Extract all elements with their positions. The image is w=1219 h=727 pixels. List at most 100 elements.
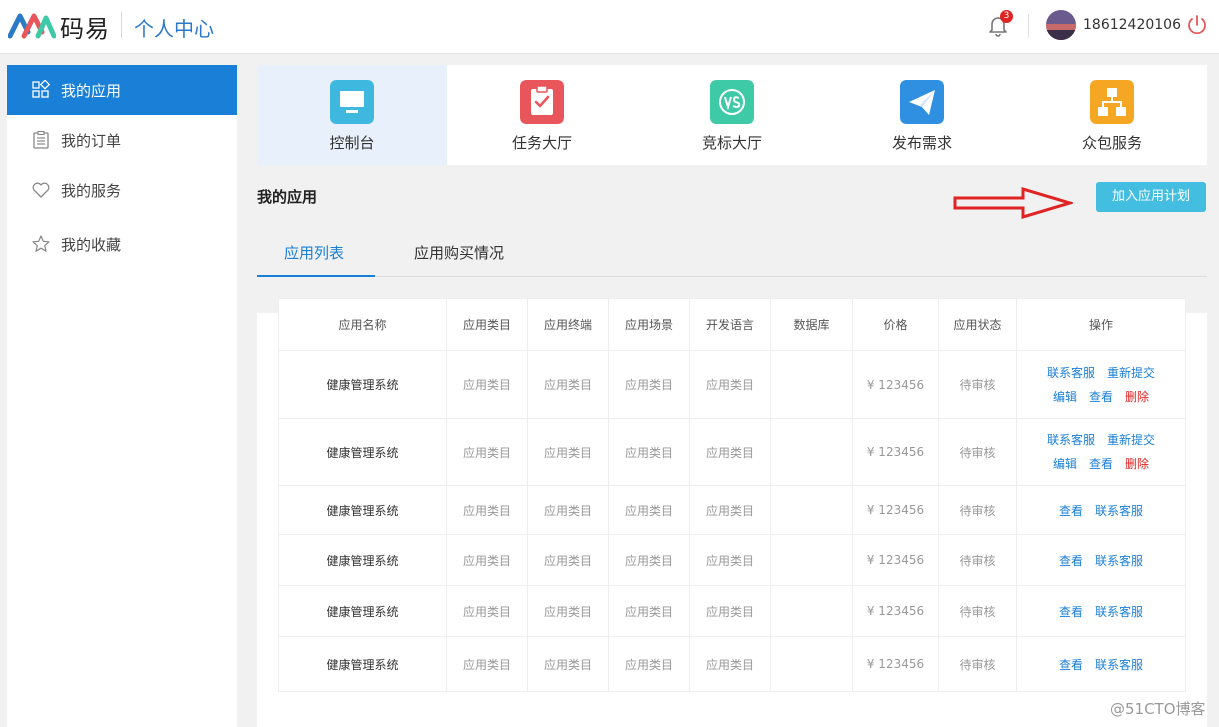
view-link[interactable]: 查看 bbox=[1059, 502, 1083, 519]
app-name: 健康管理系统 bbox=[278, 418, 447, 486]
quick-nav: 控制台 任务大厅 竞标大厅 发布需求 众包服务 bbox=[257, 65, 1207, 165]
row-actions: 查看 联系客服 bbox=[1016, 585, 1186, 637]
quicknav-publish-demand[interactable]: 发布需求 bbox=[827, 65, 1017, 165]
app-category: 应用类目 bbox=[446, 485, 528, 535]
contact-support-link[interactable]: 联系客服 bbox=[1047, 361, 1095, 385]
view-link[interactable]: 查看 bbox=[1089, 385, 1113, 409]
app-name: 健康管理系统 bbox=[278, 636, 447, 692]
app-terminal: 应用类目 bbox=[527, 585, 609, 637]
app-scene: 应用类目 bbox=[608, 534, 690, 586]
table-row: 健康管理系统 应用类目 应用类目 应用类目 应用类目 ¥ 123456 待审核 … bbox=[278, 485, 1186, 535]
header-separator bbox=[1028, 14, 1029, 38]
app-terminal: 应用类目 bbox=[527, 534, 609, 586]
app-name: 健康管理系统 bbox=[278, 485, 447, 535]
power-icon[interactable] bbox=[1186, 13, 1208, 37]
quicknav-label: 任务大厅 bbox=[511, 134, 572, 152]
sidebar-item-my-services[interactable]: 我的服务 bbox=[7, 165, 237, 215]
delete-link[interactable]: 删除 bbox=[1125, 452, 1149, 476]
app-language: 应用类目 bbox=[689, 534, 771, 586]
contact-support-link[interactable]: 联系客服 bbox=[1047, 428, 1095, 452]
contact-support-link[interactable]: 联系客服 bbox=[1095, 656, 1143, 673]
edit-link[interactable]: 编辑 bbox=[1053, 452, 1077, 476]
resubmit-link[interactable]: 重新提交 bbox=[1107, 361, 1155, 385]
view-link[interactable]: 查看 bbox=[1059, 603, 1083, 620]
sidebar-item-my-favorites[interactable]: 我的收藏 bbox=[7, 219, 237, 269]
table-row: 健康管理系统 应用类目 应用类目 应用类目 应用类目 ¥ 123456 待审核 … bbox=[278, 350, 1186, 419]
column-header: 开发语言 bbox=[689, 298, 771, 351]
app-scene: 应用类目 bbox=[608, 636, 690, 692]
sidebar-item-my-orders[interactable]: 我的订单 bbox=[7, 115, 237, 165]
app-category: 应用类目 bbox=[446, 585, 528, 637]
app-scene: 应用类目 bbox=[608, 350, 690, 419]
quicknav-label: 控制台 bbox=[329, 134, 375, 152]
app-database bbox=[770, 485, 853, 535]
app-language: 应用类目 bbox=[689, 418, 771, 486]
join-app-plan-button[interactable]: 加入应用计划 bbox=[1096, 182, 1206, 212]
table-row: 健康管理系统 应用类目 应用类目 应用类目 应用类目 ¥ 123456 待审核 … bbox=[278, 534, 1186, 586]
sidebar-item-label: 我的收藏 bbox=[61, 236, 122, 254]
app-terminal: 应用类目 bbox=[527, 418, 609, 486]
app-database bbox=[770, 534, 853, 586]
app-category: 应用类目 bbox=[446, 534, 528, 586]
app-price: ¥ 123456 bbox=[852, 585, 939, 637]
avatar[interactable] bbox=[1046, 10, 1076, 40]
grid-icon bbox=[32, 80, 51, 98]
view-link[interactable]: 查看 bbox=[1089, 452, 1113, 476]
active-tab-indicator bbox=[257, 275, 375, 277]
app-database bbox=[770, 636, 853, 692]
column-header: 应用终端 bbox=[527, 298, 609, 351]
sidebar-item-my-apps[interactable]: 我的应用 bbox=[7, 65, 237, 115]
clipboard-icon bbox=[33, 130, 49, 149]
top-header: 码易 个人中心 3 18612420106 bbox=[0, 0, 1219, 54]
app-terminal: 应用类目 bbox=[527, 485, 609, 535]
delete-link[interactable]: 删除 bbox=[1125, 385, 1149, 409]
row-actions: 联系客服 重新提交 编辑 查看 删除 bbox=[1016, 350, 1186, 419]
resubmit-link[interactable]: 重新提交 bbox=[1107, 428, 1155, 452]
quicknav-console[interactable]: 控制台 bbox=[257, 65, 447, 165]
edit-link[interactable]: 编辑 bbox=[1053, 385, 1077, 409]
quicknav-bidding-hall[interactable]: 竞标大厅 bbox=[637, 65, 827, 165]
app-price: ¥ 123456 bbox=[852, 485, 939, 535]
contact-support-link[interactable]: 联系客服 bbox=[1095, 502, 1143, 519]
app-price: ¥ 123456 bbox=[852, 418, 939, 486]
table-row: 健康管理系统 应用类目 应用类目 应用类目 应用类目 ¥ 123456 待审核 … bbox=[278, 418, 1186, 486]
app-language: 应用类目 bbox=[689, 350, 771, 419]
app-category: 应用类目 bbox=[446, 418, 528, 486]
app-terminal: 应用类目 bbox=[527, 350, 609, 419]
contact-support-link[interactable]: 联系客服 bbox=[1095, 552, 1143, 569]
annotation-arrow-icon bbox=[953, 186, 1073, 220]
app-category: 应用类目 bbox=[446, 636, 528, 692]
app-status: 待审核 bbox=[938, 636, 1017, 692]
view-link[interactable]: 查看 bbox=[1059, 656, 1083, 673]
app-name: 健康管理系统 bbox=[278, 350, 447, 419]
page-title: 个人中心 bbox=[134, 17, 214, 41]
heart-icon bbox=[32, 182, 50, 198]
quicknav-task-hall[interactable]: 任务大厅 bbox=[447, 65, 637, 165]
app-status: 待审核 bbox=[938, 534, 1017, 586]
app-name: 健康管理系统 bbox=[278, 534, 447, 586]
view-link[interactable]: 查看 bbox=[1059, 552, 1083, 569]
tab-app-list[interactable]: 应用列表 bbox=[284, 242, 344, 263]
quicknav-label: 竞标大厅 bbox=[701, 134, 762, 152]
contact-support-link[interactable]: 联系客服 bbox=[1095, 603, 1143, 620]
quicknav-crowdsourcing[interactable]: 众包服务 bbox=[1017, 65, 1207, 165]
table-row: 健康管理系统 应用类目 应用类目 应用类目 应用类目 ¥ 123456 待审核 … bbox=[278, 636, 1186, 692]
app-scene: 应用类目 bbox=[608, 585, 690, 637]
row-actions: 查看 联系客服 bbox=[1016, 636, 1186, 692]
sidebar-item-label: 我的订单 bbox=[61, 132, 122, 150]
table-row: 健康管理系统 应用类目 应用类目 应用类目 应用类目 ¥ 123456 待审核 … bbox=[278, 585, 1186, 637]
column-header: 应用场景 bbox=[608, 298, 690, 351]
brand-name: 码易 bbox=[60, 15, 110, 43]
apps-table: 应用名称 应用类目 应用终端 应用场景 开发语言 数据库 价格 应用状态 操作 … bbox=[278, 298, 1186, 692]
column-header: 应用名称 bbox=[278, 298, 447, 351]
logo-icon bbox=[8, 13, 56, 39]
tab-app-purchases[interactable]: 应用购买情况 bbox=[414, 242, 504, 263]
app-price: ¥ 123456 bbox=[852, 534, 939, 586]
app-scene: 应用类目 bbox=[608, 418, 690, 486]
app-terminal: 应用类目 bbox=[527, 636, 609, 692]
paper-plane-icon bbox=[900, 80, 944, 124]
app-database bbox=[770, 418, 853, 486]
username[interactable]: 18612420106 bbox=[1083, 17, 1181, 33]
app-price: ¥ 123456 bbox=[852, 636, 939, 692]
app-status: 待审核 bbox=[938, 585, 1017, 637]
